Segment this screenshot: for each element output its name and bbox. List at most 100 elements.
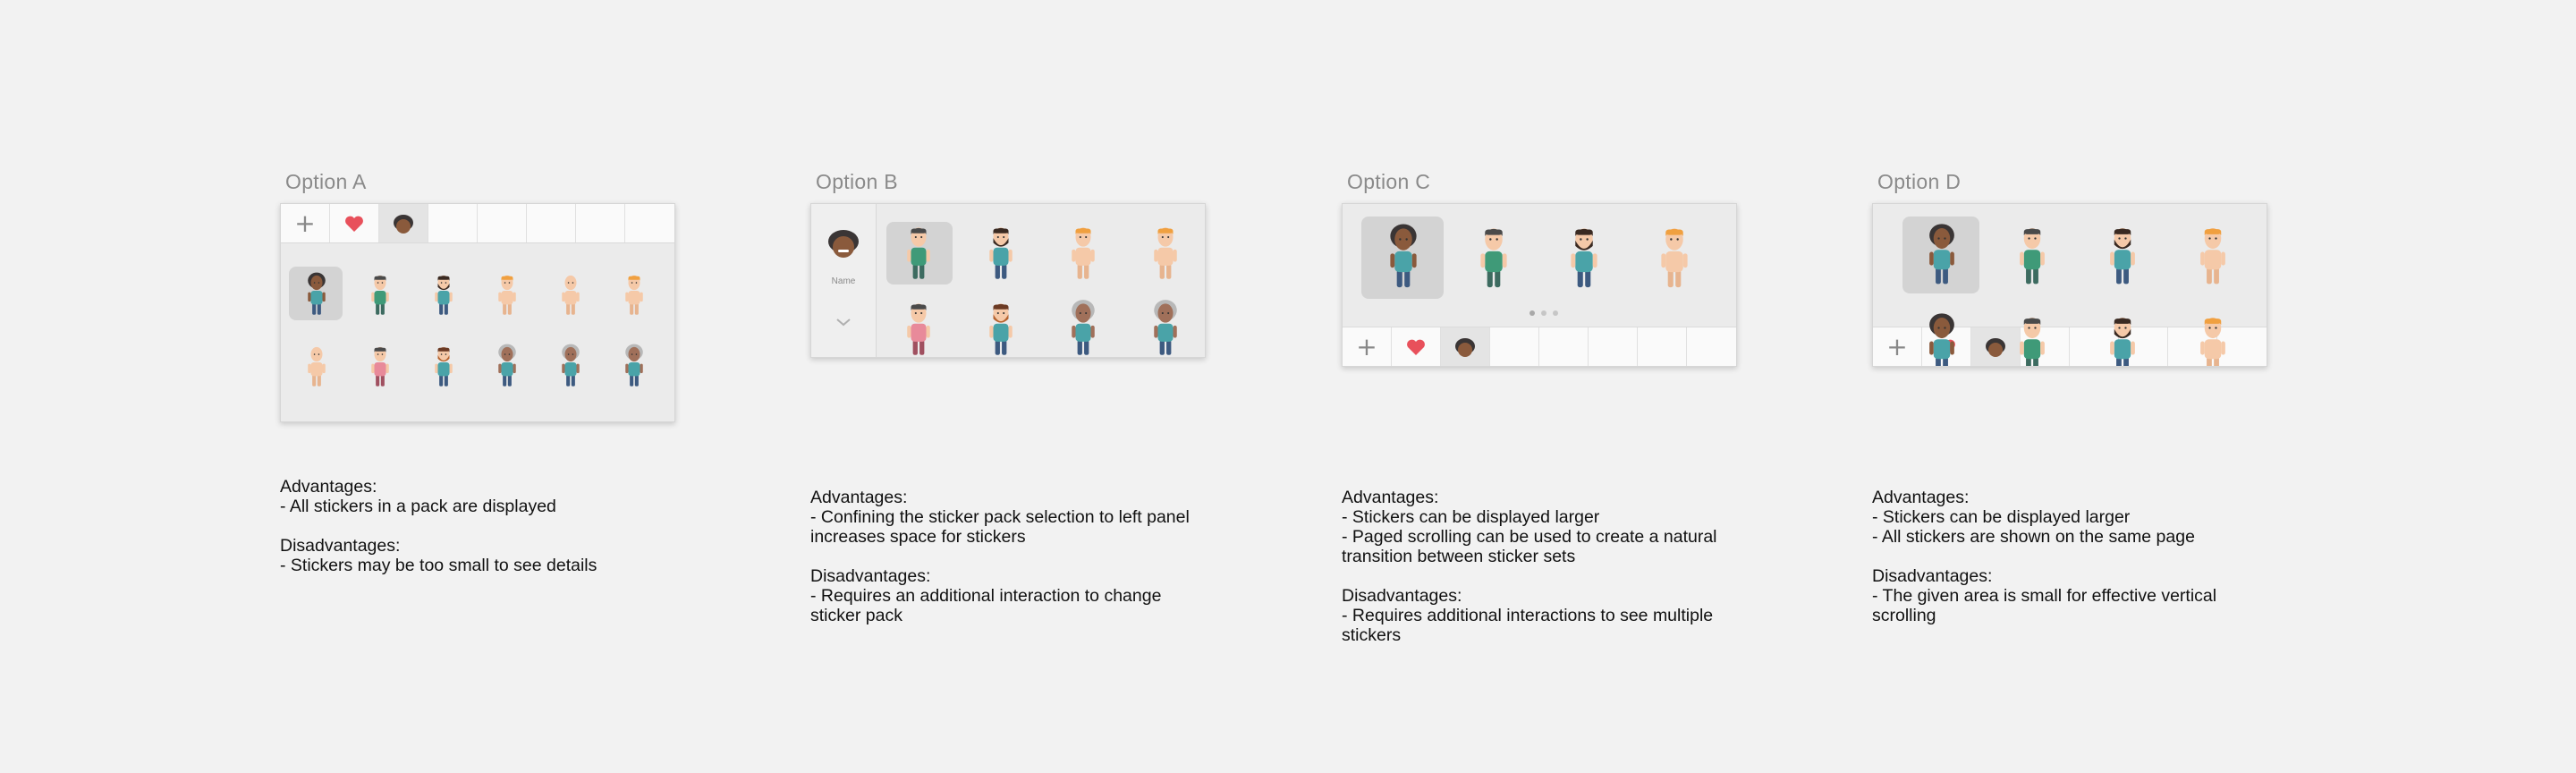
sticker[interactable] bbox=[618, 271, 650, 322]
character-sticker-icon bbox=[1661, 228, 1688, 288]
favorites-tab[interactable] bbox=[330, 204, 379, 242]
disadvantage-line: - Stickers may be too small to see detai… bbox=[280, 556, 597, 575]
sticker[interactable] bbox=[1471, 222, 1516, 296]
advantages-heading: Advantages: bbox=[1342, 488, 1439, 507]
character-sticker-icon bbox=[2110, 227, 2135, 285]
sticker[interactable] bbox=[899, 298, 938, 357]
pack-avatar-icon[interactable] bbox=[826, 228, 860, 260]
chevron-down-icon[interactable] bbox=[835, 317, 852, 327]
page-dot[interactable] bbox=[1553, 310, 1558, 316]
option-b: Option B Name Advantages: - Confining th… bbox=[810, 0, 1222, 773]
advantages-heading: Advantages: bbox=[810, 488, 908, 507]
sticker[interactable] bbox=[301, 343, 333, 394]
sticker[interactable] bbox=[555, 343, 587, 394]
character-sticker-icon bbox=[308, 346, 326, 386]
page-dot[interactable] bbox=[1541, 310, 1546, 316]
sticker[interactable] bbox=[2100, 222, 2145, 293]
sticker[interactable] bbox=[1562, 222, 1606, 296]
character-sticker-icon bbox=[435, 346, 453, 386]
sticker[interactable] bbox=[981, 222, 1021, 287]
disadvantage-line: stickers bbox=[1342, 625, 1402, 645]
sticker[interactable] bbox=[2100, 311, 2145, 366]
character-sticker-icon bbox=[989, 227, 1013, 279]
empty-tab[interactable] bbox=[1539, 327, 1589, 366]
sticker[interactable] bbox=[1063, 222, 1103, 287]
sticker[interactable] bbox=[1652, 222, 1697, 296]
add-pack-button[interactable]: + bbox=[281, 204, 330, 242]
sticker-pack-tab[interactable] bbox=[379, 204, 428, 242]
sticker[interactable] bbox=[2190, 311, 2235, 366]
empty-tab[interactable] bbox=[1589, 327, 1638, 366]
add-pack-button[interactable]: + bbox=[1343, 327, 1392, 366]
empty-tab[interactable] bbox=[576, 204, 625, 242]
character-sticker-icon bbox=[907, 227, 930, 279]
sticker[interactable] bbox=[1919, 311, 1964, 366]
advantage-line: transition between sticker sets bbox=[1342, 547, 1576, 566]
sticker[interactable] bbox=[491, 271, 523, 322]
sticker[interactable] bbox=[981, 298, 1021, 357]
empty-tab[interactable] bbox=[527, 204, 576, 242]
plus-icon: + bbox=[1356, 331, 1377, 361]
character-sticker-icon bbox=[1072, 227, 1095, 279]
option-description: Advantages: - Confining the sticker pack… bbox=[810, 488, 1190, 625]
disadvantage-line: scrolling bbox=[1872, 606, 1936, 625]
sticker[interactable] bbox=[1063, 298, 1103, 357]
heart-icon bbox=[1407, 339, 1425, 355]
option-description: Advantages: - All stickers in a pack are… bbox=[280, 477, 597, 575]
character-sticker-icon bbox=[371, 275, 389, 315]
sticker-pack-tab[interactable] bbox=[1441, 327, 1490, 366]
advantages-heading: Advantages: bbox=[280, 477, 377, 497]
character-sticker-icon bbox=[562, 344, 580, 386]
sticker[interactable] bbox=[301, 271, 333, 322]
pack-avatar-icon bbox=[394, 214, 413, 234]
empty-tab[interactable] bbox=[1687, 327, 1736, 366]
plus-icon: + bbox=[1886, 331, 1908, 361]
empty-tab[interactable] bbox=[1638, 327, 1687, 366]
sticker[interactable] bbox=[364, 271, 396, 322]
advantage-line: increases space for stickers bbox=[810, 527, 1026, 547]
sticker[interactable] bbox=[1146, 298, 1185, 357]
sticker[interactable] bbox=[2190, 222, 2235, 293]
page-dot[interactable] bbox=[1530, 310, 1535, 316]
empty-tab[interactable] bbox=[428, 204, 478, 242]
favorites-tab[interactable] bbox=[1392, 327, 1441, 366]
character-sticker-icon bbox=[907, 303, 930, 355]
advantage-line: - Confining the sticker pack selection t… bbox=[810, 507, 1190, 527]
sticker[interactable] bbox=[2010, 311, 2055, 366]
sticker[interactable] bbox=[364, 343, 396, 394]
disadvantage-line: - Requires an additional interaction to … bbox=[810, 586, 1162, 606]
empty-tab[interactable] bbox=[1490, 327, 1539, 366]
sticker[interactable] bbox=[1919, 222, 1964, 293]
disadvantages-heading: Disadvantages: bbox=[1872, 566, 1993, 586]
character-sticker-icon bbox=[1571, 228, 1597, 288]
disadvantages-heading: Disadvantages: bbox=[810, 566, 931, 586]
character-sticker-icon bbox=[2020, 317, 2045, 366]
sticker[interactable] bbox=[1146, 222, 1185, 287]
sticker[interactable] bbox=[428, 271, 460, 322]
sticker-panel: Name bbox=[810, 203, 1206, 358]
character-sticker-icon bbox=[1390, 224, 1417, 288]
page-indicator[interactable] bbox=[1530, 310, 1558, 316]
empty-tab[interactable] bbox=[478, 204, 527, 242]
add-pack-button[interactable]: + bbox=[1873, 327, 1922, 366]
sticker[interactable] bbox=[491, 343, 523, 394]
sticker-panel: + bbox=[280, 203, 675, 422]
pack-avatar-icon bbox=[1455, 337, 1475, 357]
sticker[interactable] bbox=[428, 343, 460, 394]
sticker[interactable] bbox=[555, 271, 587, 322]
sticker[interactable] bbox=[1381, 222, 1426, 296]
option-c: Option C + Advantages: - Stickers can be… bbox=[1342, 0, 1753, 773]
sticker-panel: + bbox=[1872, 203, 2267, 367]
sticker[interactable] bbox=[618, 343, 650, 394]
character-sticker-icon bbox=[625, 275, 643, 315]
character-sticker-icon bbox=[1480, 228, 1507, 288]
sticker[interactable] bbox=[2010, 222, 2055, 293]
option-description: Advantages: - Stickers can be displayed … bbox=[1342, 488, 1717, 645]
sticker[interactable] bbox=[899, 222, 938, 287]
advantage-line: - Stickers can be displayed larger bbox=[1342, 507, 1600, 527]
pack-sidebar: Name bbox=[811, 204, 877, 357]
character-sticker-icon bbox=[371, 346, 389, 386]
empty-tab[interactable] bbox=[625, 204, 674, 242]
option-a: Option A + Advantages: - All stickers in… bbox=[280, 0, 691, 773]
option-title: Option B bbox=[816, 170, 898, 193]
